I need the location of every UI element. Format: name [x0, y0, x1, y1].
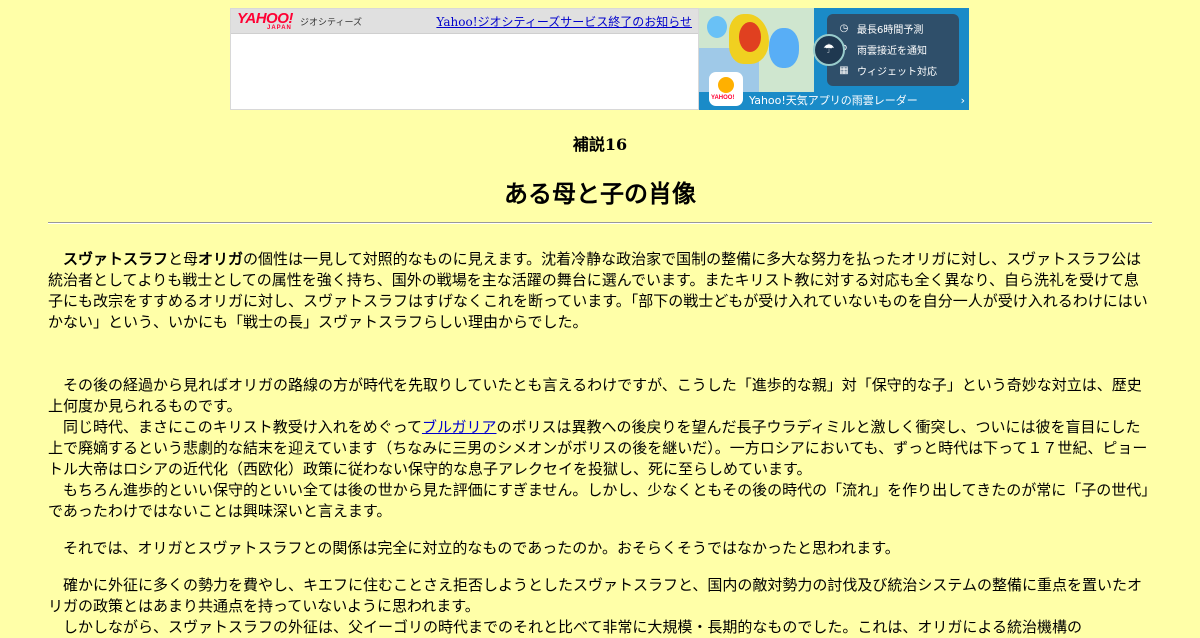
rain-radar-cta[interactable]: Yahoo!天気アプリの雨雲レーダー › — [747, 92, 969, 110]
paragraph: もちろん進歩的といい保守的といい全ては後の世から見た評価にすぎません。しかし、少… — [48, 481, 1149, 520]
feature-list: ◷ 最長6時間予測 ⚲ 雨雲接近を通知 ▦ ウィジェット対応 — [827, 14, 959, 86]
service-name: ジオシティーズ — [300, 17, 363, 27]
paragraph: それでは、オリガとスヴァトスラフとの関係は完全に対立的なものであったのか。おそら… — [63, 539, 900, 557]
weather-app-ad[interactable]: YAHOO! ◷ 最長6時間予測 ⚲ 雨雲接近を通知 ▦ ウィジェット対応 ☂ … — [699, 8, 969, 110]
section-number: 補説16 — [572, 135, 628, 154]
paragraph: その後の経過から見ればオリガの路線の方が時代を先取りしていたとも言えるわけですが… — [48, 376, 1142, 415]
yahoo-logo[interactable]: YAHOO! JAPAN — [237, 11, 293, 31]
article-body: スヴァトスラフと母オリガの個性は一見して対照的なものに見えます。沈着冷静な政治家… — [48, 249, 1152, 638]
feature-item: ⚲ 雨雲接近を通知 — [827, 39, 959, 60]
paragraph: 同じ時代、まさにこのキリスト教受け入れをめぐってブルガリアのボリスは異教への後戻… — [48, 418, 1148, 478]
chevron-right-icon: › — [960, 94, 965, 107]
sun-icon — [718, 77, 734, 93]
divider — [48, 222, 1152, 224]
feature-item: ▦ ウィジェット対応 — [827, 60, 959, 81]
paragraph: 確かに外征に多くの勢力を費やし、キエフに住むことさえ拒否しようとしたスヴァトスラ… — [48, 576, 1142, 615]
paragraph: スヴァトスラフと母オリガの個性は一見して対照的なものに見えます。沈着冷静な政治家… — [48, 250, 1148, 331]
bulgaria-link[interactable]: ブルガリア — [422, 418, 497, 436]
paragraph: しかしながら、スヴァトスラフの外征は、父イーゴリの時代までのそれと比べて非常に大… — [63, 618, 1082, 636]
feature-item: ◷ 最長6時間予測 — [827, 18, 959, 39]
ad-banner[interactable]: YAHOO! JAPAN ジオシティーズ Yahoo!ジオシティーズサービス終了… — [230, 8, 969, 110]
page-title: ある母と子の肖像 — [504, 180, 696, 208]
weather-app-icon: YAHOO! — [709, 72, 743, 106]
clock-icon: ◷ — [839, 23, 849, 34]
notice-bar: YAHOO! JAPAN ジオシティーズ Yahoo!ジオシティーズサービス終了… — [231, 9, 698, 34]
rain-cloud-icon: ☂ — [813, 34, 845, 66]
geocities-notice-panel: YAHOO! JAPAN ジオシティーズ Yahoo!ジオシティーズサービス終了… — [230, 8, 699, 110]
service-end-notice-link[interactable]: Yahoo!ジオシティーズサービス終了のお知らせ — [436, 13, 692, 30]
widget-icon: ▦ — [839, 65, 849, 76]
